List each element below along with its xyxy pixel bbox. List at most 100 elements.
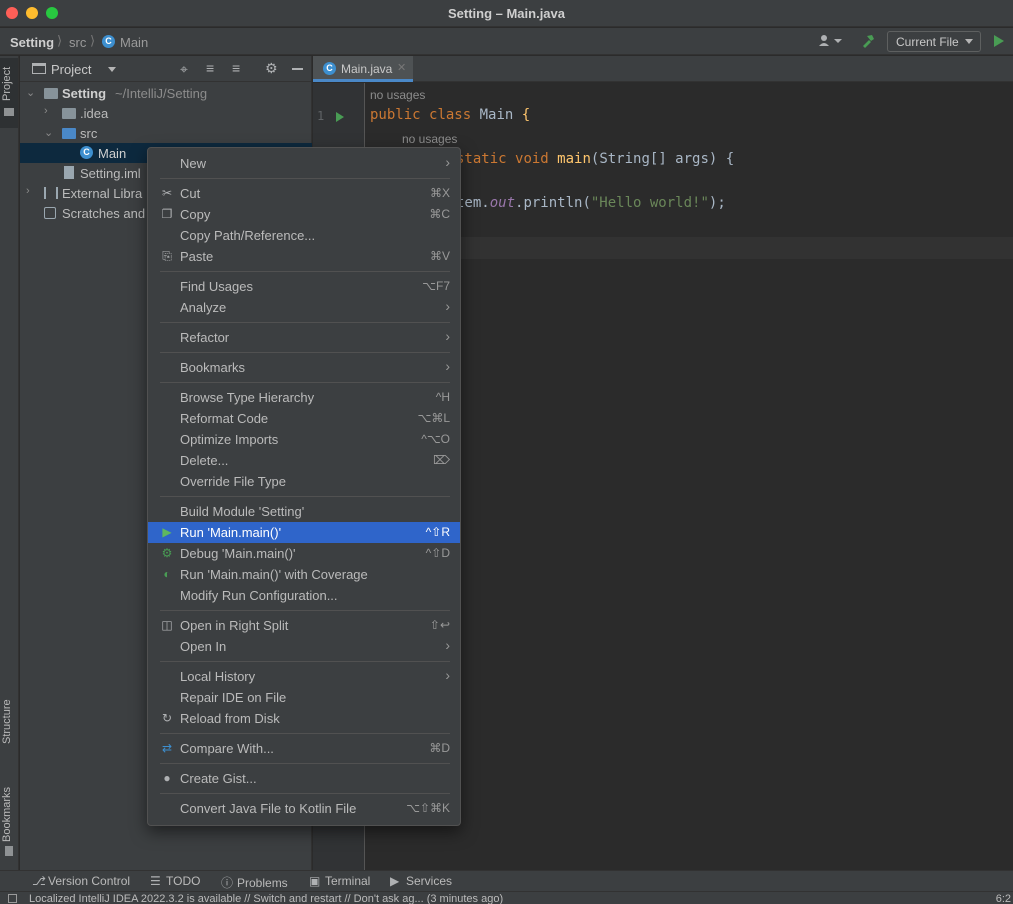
collapse-all-icon[interactable]: ≡ <box>232 60 240 76</box>
menu-item-refactor[interactable]: Refactor › <box>148 327 460 348</box>
menu-item-shortcut: ⌘V <box>429 249 450 263</box>
menu-item-debug-main[interactable]: ⚙ Debug 'Main.main()' ^⇧D <box>148 543 460 564</box>
menu-item-label: Override File Type <box>180 474 286 489</box>
menu-item-paste[interactable]: ⎘ Paste ⌘V <box>148 246 460 267</box>
usage-hint[interactable]: no usages <box>370 88 425 102</box>
menu-item-run-main[interactable]: ▶ Run 'Main.main()' ^⇧R <box>148 522 460 543</box>
menu-item-label: Repair IDE on File <box>180 690 287 705</box>
menu-separator <box>160 271 450 272</box>
menu-item-local-history[interactable]: Local History › <box>148 666 460 687</box>
menu-item-optimize-imports[interactable]: Optimize Imports ^⌥O <box>148 429 460 450</box>
code-editor[interactable]: no usages public class Main { no usages … <box>366 83 1013 870</box>
code-line-2: static void main(String[] args) { <box>456 151 734 167</box>
gear-icon[interactable]: ⚙ <box>265 60 278 77</box>
menu-item-open-right-split[interactable]: ◫ Open in Right Split ⇧↩ <box>148 615 460 636</box>
status-message[interactable]: Localized IntelliJ IDEA 2022.3.2 is avai… <box>29 893 503 904</box>
close-icon[interactable]: ✕ <box>397 61 406 74</box>
tool-tab-version-control[interactable]: ⎇ Version Control <box>32 874 130 888</box>
tool-tab-problems[interactable]: ⓘ Problems <box>221 874 288 891</box>
menu-item-compare-with[interactable]: ⇄ Compare With... ⌘D <box>148 738 460 759</box>
stripe-tab-bookmarks[interactable]: Bookmarks <box>1 784 18 844</box>
menu-item-bookmarks[interactable]: Bookmarks › <box>148 357 460 378</box>
breadcrumb-project[interactable]: Setting <box>10 35 54 50</box>
chevron-right-icon[interactable]: › <box>44 105 48 117</box>
menu-item-modify-run-config[interactable]: Modify Run Configuration... <box>148 585 460 606</box>
run-icon[interactable] <box>993 34 1005 48</box>
stripe-tab-project[interactable]: Project <box>1 64 18 104</box>
menu-item-shortcut: ⌥⌘L <box>417 411 450 425</box>
menu-item-analyze[interactable]: Analyze › <box>148 297 460 318</box>
caret-row-highlight <box>366 237 1013 259</box>
menu-item-label: Paste <box>180 249 214 264</box>
run-gutter-icon[interactable] <box>335 111 345 123</box>
tree-item-src[interactable]: ⌄ src <box>20 123 312 143</box>
tool-tab-todo[interactable]: ☰ TODO <box>150 874 200 888</box>
chevron-right-icon[interactable]: › <box>26 185 30 197</box>
stripe-tab-structure[interactable]: Structure <box>1 692 18 752</box>
chevron-right-icon: › <box>445 154 450 170</box>
chevron-down-icon[interactable]: ⌄ <box>26 86 35 99</box>
menu-item-open-in[interactable]: Open In › <box>148 636 460 657</box>
menu-item-create-gist[interactable]: ● Create Gist... <box>148 768 460 789</box>
menu-item-shortcut: ⌘D <box>429 741 450 755</box>
code-token-plain: .println( <box>515 195 591 211</box>
tool-tab-terminal[interactable]: ▣ Terminal <box>309 874 370 888</box>
menu-item-reload-from-disk[interactable]: ↻ Reload from Disk <box>148 708 460 729</box>
menu-item-cut[interactable]: ✂ Cut ⌘X <box>148 183 460 204</box>
info-icon: ⓘ <box>221 876 234 890</box>
scratches-icon <box>44 207 56 219</box>
chevron-down-icon[interactable]: ⌄ <box>44 126 53 139</box>
locate-file-icon[interactable]: ⌖ <box>180 61 188 78</box>
chevron-right-icon: › <box>445 298 450 314</box>
menu-item-new[interactable]: New › <box>148 153 460 174</box>
menu-item-override-file-type[interactable]: Override File Type <box>148 471 460 492</box>
menu-item-reformat-code[interactable]: Reformat Code ⌥⌘L <box>148 408 460 429</box>
breadcrumb-main[interactable]: Main <box>120 35 148 50</box>
usage-hint[interactable]: no usages <box>402 132 457 146</box>
branch-icon: ⎇ <box>32 874 46 888</box>
menu-item-delete[interactable]: Delete... ⌦ <box>148 450 460 471</box>
code-token-brace: { <box>521 107 531 123</box>
run-configuration-selector[interactable]: Current File <box>887 31 981 52</box>
project-panel-title[interactable]: Project <box>51 62 91 77</box>
menu-separator <box>160 763 450 764</box>
menu-item-repair-ide[interactable]: Repair IDE on File <box>148 687 460 708</box>
tree-item-label: .idea <box>80 106 109 121</box>
paste-icon: ⎘ <box>162 249 172 263</box>
hide-panel-icon[interactable] <box>292 68 303 70</box>
tree-item-label: Setting <box>62 86 107 101</box>
tree-item-project-root[interactable]: ⌄ Setting ~/IntelliJ/Setting <box>20 83 312 103</box>
menu-item-label: Bookmarks <box>180 360 246 375</box>
menu-item-convert-to-kotlin[interactable]: Convert Java File to Kotlin File ⌥⇧⌘K <box>148 798 460 819</box>
menu-item-browse-type-hierarchy[interactable]: Browse Type Hierarchy ^H <box>148 387 460 408</box>
user-icon[interactable] <box>818 34 844 48</box>
menu-separator <box>160 496 450 497</box>
expand-all-icon[interactable]: ≡ <box>206 60 214 76</box>
copy-icon: ❐ <box>161 207 173 221</box>
menu-item-find-usages[interactable]: Find Usages ⌥F7 <box>148 276 460 297</box>
tree-item-label: src <box>80 126 98 141</box>
menu-separator <box>160 178 450 179</box>
run-configuration-label: Current File <box>896 35 959 49</box>
editor-tab-bar: C Main.java ✕ <box>313 56 1013 82</box>
tree-item-idea[interactable]: › .idea <box>20 103 312 123</box>
code-token-keyword: static <box>456 151 507 167</box>
breadcrumb-separator: ⟩ <box>57 33 63 48</box>
title-bar: Setting – Main.java <box>0 0 1013 27</box>
bookmark-icon <box>5 846 13 856</box>
menu-item-run-coverage[interactable]: ◐ Run 'Main.main()' with Coverage <box>148 564 460 585</box>
toggle-tool-windows-icon[interactable] <box>8 894 17 903</box>
code-token-params: (String[] args) { <box>590 151 735 167</box>
menu-item-label: Optimize Imports <box>180 432 279 447</box>
list-icon: ☰ <box>150 874 161 888</box>
tool-tab-services[interactable]: ▶ Services <box>390 874 452 888</box>
menu-item-copy[interactable]: ❐ Copy ⌘C <box>148 204 460 225</box>
breadcrumb-src[interactable]: src <box>69 35 86 50</box>
chevron-down-icon[interactable] <box>108 67 116 72</box>
menu-item-build-module[interactable]: Build Module 'Setting' <box>148 501 460 522</box>
menu-separator <box>160 322 450 323</box>
menu-item-copy-path[interactable]: Copy Path/Reference... <box>148 225 460 246</box>
tab-main-java[interactable]: C Main.java ✕ <box>313 56 413 82</box>
build-hammer-icon[interactable] <box>860 33 876 49</box>
caret-position[interactable]: 6:2 <box>996 893 1011 904</box>
